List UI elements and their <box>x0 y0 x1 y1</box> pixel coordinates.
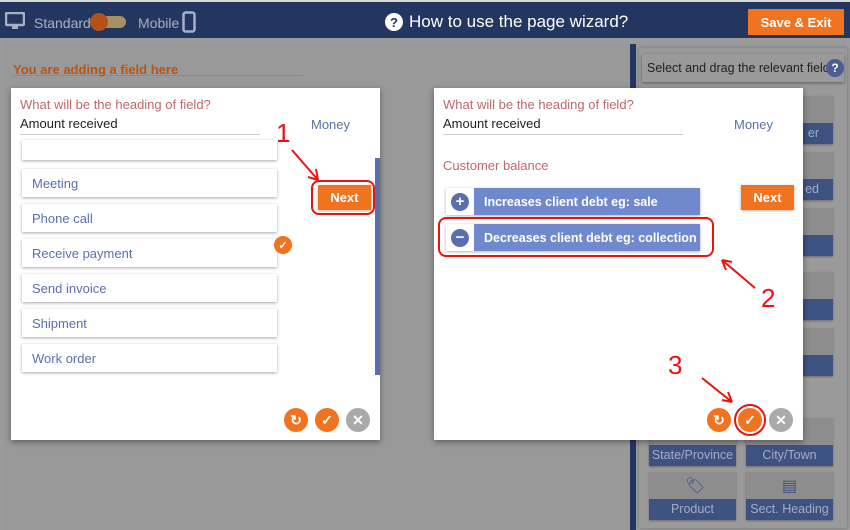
annotation-arrows <box>291 149 756 403</box>
arrow-2 <box>721 259 756 289</box>
arrow-3 <box>701 377 733 403</box>
arrow-1 <box>291 149 319 181</box>
